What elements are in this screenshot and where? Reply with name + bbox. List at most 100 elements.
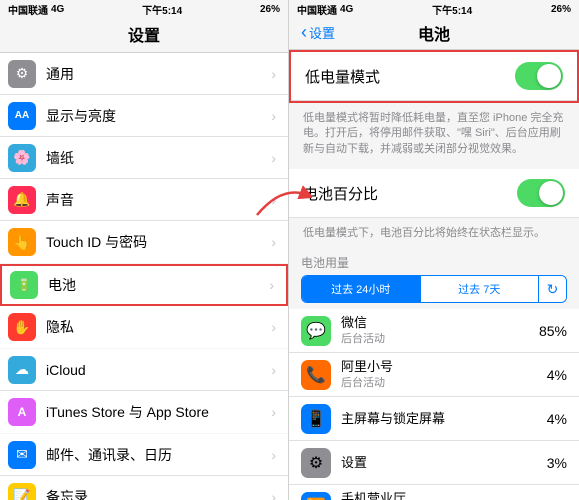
battery-nav-bar: ‹ 设置 电池 — [289, 18, 579, 50]
wechat-icon: 💬 — [301, 316, 331, 346]
wallpaper-chevron: › — [271, 150, 276, 166]
privacy-label: 隐私 — [46, 317, 271, 337]
back-label: 设置 — [309, 23, 335, 42]
low-power-row: 低电量模式 — [291, 52, 577, 101]
itunes-icon: A — [8, 398, 36, 426]
display-icon: AA — [8, 102, 36, 130]
settings-section-4: ✉ 邮件、通讯录、日历 › 📝 备忘录 › 📋 提醒事项 › — [0, 434, 288, 500]
wallpaper-label: 墙纸 — [46, 148, 271, 168]
settings-item-wallpaper[interactable]: 🌸 墙纸 › — [0, 137, 288, 179]
status-time: 下午5:14 — [142, 2, 182, 17]
mail-icon: ✉ — [8, 441, 36, 469]
ali-icon: 📞 — [301, 360, 331, 390]
homescreen-pct: 4% — [547, 411, 567, 427]
wechat-pct: 85% — [539, 323, 567, 339]
battery-percent-section: 电池百分比 — [289, 169, 579, 218]
ali-name: 阿里小号 — [341, 359, 547, 375]
sound-label: 声音 — [46, 190, 271, 210]
ali-pct: 4% — [547, 367, 567, 383]
battery-panel: 中国联通 4G 下午5:14 26% ‹ 设置 电池 低电量模式 低电量模式将暂… — [289, 0, 579, 500]
back-chevron-icon: ‹ — [301, 22, 307, 43]
right-battery-pct: 26% — [551, 4, 571, 15]
status-carrier: 中国联通 4G — [8, 2, 64, 17]
settings-item-sound[interactable]: 🔔 声音 › — [0, 179, 288, 221]
settings-item-battery[interactable]: 🔋 电池 › — [0, 264, 288, 306]
battery-page-title: 电池 — [418, 21, 450, 45]
carrier-text: 中国联通 — [8, 2, 48, 17]
settings-item-privacy[interactable]: ✋ 隐私 › — [0, 306, 288, 348]
right-network-text: 4G — [340, 4, 353, 15]
refresh-icon[interactable]: ↻ — [538, 276, 566, 302]
tab-7d[interactable]: 过去 7天 — [420, 276, 539, 302]
privacy-chevron: › — [271, 319, 276, 335]
right-status-bar: 中国联通 4G 下午5:14 26% — [289, 0, 579, 18]
settings-app-icon: ⚙ — [301, 448, 331, 478]
sound-icon: 🔔 — [8, 186, 36, 214]
settings-item-icloud[interactable]: ☁ iCloud › — [0, 349, 288, 391]
settings-item-notes[interactable]: 📝 备忘录 › — [0, 476, 288, 500]
settings-item-itunes[interactable]: A iTunes Store 与 App Store › — [0, 391, 288, 433]
app-item-homescreen: 📱 主屏幕与锁定屏幕 4% — [289, 397, 579, 441]
status-battery: 26% — [260, 4, 280, 15]
app-item-carrier: 📶 手机营业厅 后台活动 2% — [289, 485, 579, 500]
settings-section-1: ⚙ 通用 › AA 显示与亮度 › 🌸 墙纸 › 🔔 声音 › — [0, 53, 288, 263]
sound-chevron: › — [271, 192, 276, 208]
settings-item-touch[interactable]: 👆 Touch ID 与密码 › — [0, 221, 288, 263]
ali-info: 阿里小号 后台活动 — [341, 359, 547, 391]
icloud-icon: ☁ — [8, 356, 36, 384]
back-button[interactable]: ‹ 设置 — [301, 22, 335, 43]
low-power-label: 低电量模式 — [305, 66, 380, 87]
battery-chevron: › — [269, 277, 274, 293]
display-label: 显示与亮度 — [46, 106, 271, 126]
battery-content: 低电量模式 低电量模式将暂时降低耗电量，直至您 iPhone 完全充电。打开后，… — [289, 50, 579, 500]
general-chevron: › — [271, 66, 276, 82]
general-label: 通用 — [46, 64, 271, 84]
tab-24h[interactable]: 过去 24小时 — [302, 276, 420, 302]
privacy-icon: ✋ — [8, 313, 36, 341]
icloud-chevron: › — [271, 362, 276, 378]
low-power-description: 低电量模式将暂时降低耗电量，直至您 iPhone 完全充电。打开后，将停用邮件获… — [289, 103, 579, 169]
settings-app-info: 设置 — [341, 455, 547, 471]
network-text: 4G — [51, 4, 64, 15]
settings-item-display[interactable]: AA 显示与亮度 › — [0, 95, 288, 137]
wallpaper-icon: 🌸 — [8, 144, 36, 172]
app-usage-list: 💬 微信 后台活动 85% 📞 阿里小号 后台活动 4% 📱 主屏幕与锁定屏幕 — [289, 309, 579, 500]
homescreen-name: 主屏幕与锁定屏幕 — [341, 411, 547, 427]
app-item-settings: ⚙ 设置 3% — [289, 441, 579, 485]
display-chevron: › — [271, 108, 276, 124]
battery-icon: 🔋 — [10, 271, 38, 299]
mail-label: 邮件、通讯录、日历 — [46, 445, 271, 465]
battery-percent-toggle[interactable] — [517, 179, 565, 207]
carrier-info: 手机营业厅 后台活动 — [341, 491, 547, 500]
battery-percent-row: 电池百分比 — [289, 169, 579, 218]
notes-icon: 📝 — [8, 483, 36, 500]
carrier-name: 手机营业厅 — [341, 491, 547, 500]
right-status-time: 下午5:14 — [432, 2, 472, 17]
app-item-wechat: 💬 微信 后台活动 85% — [289, 309, 579, 353]
settings-item-mail[interactable]: ✉ 邮件、通讯录、日历 › — [0, 434, 288, 476]
settings-title: 设置 — [128, 28, 160, 45]
settings-item-general[interactable]: ⚙ 通用 › — [0, 53, 288, 95]
battery-pct: 26% — [260, 4, 280, 15]
wechat-info: 微信 后台活动 — [341, 315, 539, 347]
settings-panel: 中国联通 4G 下午5:14 26% 设置 ⚙ 通用 › AA 显示与亮度 › — [0, 0, 289, 500]
settings-section-2: 🔋 电池 › ✋ 隐私 › — [0, 264, 288, 348]
homescreen-icon: 📱 — [301, 404, 331, 434]
ali-sub: 后台活动 — [341, 374, 547, 390]
settings-list: ⚙ 通用 › AA 显示与亮度 › 🌸 墙纸 › 🔔 声音 › — [0, 53, 288, 500]
battery-label: 电池 — [48, 275, 269, 295]
mail-chevron: › — [271, 447, 276, 463]
general-icon: ⚙ — [8, 60, 36, 88]
right-status-battery: 26% — [551, 4, 571, 15]
wechat-name: 微信 — [341, 315, 539, 331]
carrier-icon: 📶 — [301, 492, 331, 500]
right-carrier-text: 中国联通 — [297, 2, 337, 17]
notes-label: 备忘录 — [46, 487, 271, 500]
touch-label: Touch ID 与密码 — [46, 232, 271, 252]
homescreen-info: 主屏幕与锁定屏幕 — [341, 411, 547, 427]
app-item-ali: 📞 阿里小号 后台活动 4% — [289, 353, 579, 397]
low-power-toggle[interactable] — [515, 62, 563, 90]
notes-chevron: › — [271, 489, 276, 500]
right-status-carrier: 中国联通 4G — [297, 2, 353, 17]
settings-nav-bar: 设置 — [0, 18, 288, 53]
